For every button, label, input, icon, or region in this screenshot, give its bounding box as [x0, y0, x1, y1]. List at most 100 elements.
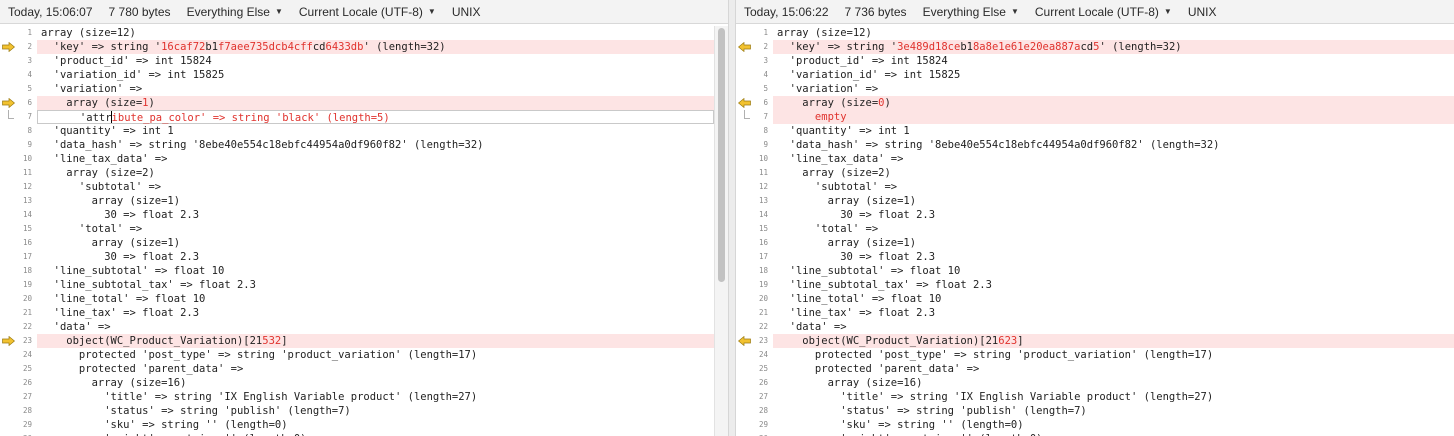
code-line[interactable]: object(WC_Product_Variation)[21532] [37, 334, 714, 348]
code-line[interactable]: 'line_subtotal' => float 10 [37, 264, 714, 278]
arrow-icon[interactable] [2, 42, 15, 52]
code-line[interactable]: protected 'post_type' => string 'product… [773, 348, 1454, 362]
code-line[interactable]: 'line_tax_data' => [37, 152, 714, 166]
code-line[interactable]: 'quantity' => int 1 [773, 124, 1454, 138]
code-line[interactable]: 30 => float 2.3 [773, 208, 1454, 222]
code-line[interactable]: 'line_tax' => float 2.3 [773, 306, 1454, 320]
code-line[interactable]: 'title' => string 'IX English Variable p… [37, 390, 714, 404]
diff-text: ibute_pa_color' => string 'black' (lengt… [111, 112, 390, 124]
code-line[interactable]: 'variation' => [37, 82, 714, 96]
code-line[interactable]: array (size=12) [37, 26, 714, 40]
code-text: array (size=2) [41, 167, 155, 179]
arrow-icon[interactable] [738, 98, 751, 108]
code-line[interactable]: array (size=0) [773, 96, 1454, 110]
code-line[interactable]: 'variation' => [773, 82, 1454, 96]
code-line[interactable]: protected 'parent_data' => [773, 362, 1454, 376]
code-line[interactable]: 'subtotal' => [773, 180, 1454, 194]
arrow-icon[interactable] [2, 98, 15, 108]
code-line[interactable]: array (size=1) [37, 194, 714, 208]
code-text: object(WC_Product_Variation)[21 [41, 335, 263, 347]
code-line[interactable]: empty [773, 110, 1454, 124]
gutter-row: 1 [0, 26, 36, 40]
code-line[interactable]: 'attribute_pa_color' => string 'black' (… [37, 110, 714, 124]
code-line[interactable]: 'weight' => string '' (length=0) [37, 432, 714, 436]
pane-divider[interactable] [728, 0, 736, 436]
code-line[interactable]: array (size=16) [773, 376, 1454, 390]
code-line[interactable]: 30 => float 2.3 [37, 208, 714, 222]
code-line[interactable]: 30 => float 2.3 [773, 250, 1454, 264]
line-number: 9 [27, 140, 32, 149]
code-line[interactable]: 'title' => string 'IX English Variable p… [773, 390, 1454, 404]
code-line[interactable]: 'data_hash' => string '8ebe40e554c18ebfc… [773, 138, 1454, 152]
gutter-row: 13 [736, 194, 772, 208]
left-code-view[interactable]: array (size=12) 'key' => string '16caf72… [37, 26, 714, 436]
code-line[interactable]: array (size=1) [37, 96, 714, 110]
code-line[interactable]: array (size=1) [773, 194, 1454, 208]
code-line[interactable]: array (size=2) [37, 166, 714, 180]
code-line[interactable]: 'status' => string 'publish' (length=7) [37, 404, 714, 418]
diff-text: empty [777, 111, 847, 123]
code-text: 'key' => string ' [777, 41, 898, 53]
code-text: 'line_tax_data' => [41, 153, 168, 165]
code-line[interactable]: 'quantity' => int 1 [37, 124, 714, 138]
code-line[interactable]: 'key' => string '16caf72b1f7aee735dcb4cf… [37, 40, 714, 54]
left-scroll-thumb[interactable] [718, 28, 725, 282]
left-filter-dropdown[interactable]: Everything Else ▼ [187, 5, 283, 19]
line-number: 12 [758, 182, 768, 191]
code-line[interactable]: 'status' => string 'publish' (length=7) [773, 404, 1454, 418]
line-number: 14 [758, 210, 768, 219]
chevron-down-icon: ▼ [274, 7, 283, 16]
arrow-icon[interactable] [2, 336, 15, 346]
code-line[interactable]: array (size=12) [773, 26, 1454, 40]
gutter-row: 16 [736, 236, 772, 250]
gutter-row: 18 [0, 264, 36, 278]
code-line[interactable]: protected 'parent_data' => [37, 362, 714, 376]
code-line[interactable]: array (size=16) [37, 376, 714, 390]
left-scrollbar[interactable] [714, 26, 728, 436]
code-line[interactable]: 'sku' => string '' (length=0) [37, 418, 714, 432]
code-line[interactable]: 'total' => [773, 222, 1454, 236]
code-line[interactable]: 'sku' => string '' (length=0) [773, 418, 1454, 432]
left-encoding-dropdown[interactable]: Current Locale (UTF-8) ▼ [299, 5, 436, 19]
code-line[interactable]: 'data' => [773, 320, 1454, 334]
gutter-row: 5 [736, 82, 772, 96]
arrow-icon[interactable] [738, 336, 751, 346]
diff-text: 3e489d18ce [897, 41, 961, 53]
line-number: 28 [758, 406, 768, 415]
code-text: 'status' => string 'publish' (length=7) [777, 405, 1087, 417]
right-code-view[interactable]: array (size=12) 'key' => string '3e489d1… [773, 26, 1454, 436]
code-line[interactable]: 'product_id' => int 15824 [773, 54, 1454, 68]
code-line[interactable]: 'line_subtotal' => float 10 [773, 264, 1454, 278]
code-line[interactable]: 'total' => [37, 222, 714, 236]
code-line[interactable]: object(WC_Product_Variation)[21623] [773, 334, 1454, 348]
code-line[interactable]: 'data_hash' => string '8ebe40e554c18ebfc… [37, 138, 714, 152]
right-filter-dropdown[interactable]: Everything Else ▼ [923, 5, 1019, 19]
code-line[interactable]: array (size=2) [773, 166, 1454, 180]
code-line[interactable]: protected 'post_type' => string 'product… [37, 348, 714, 362]
code-line[interactable]: 'line_subtotal_tax' => float 2.3 [37, 278, 714, 292]
code-line[interactable]: 'key' => string '3e489d18ceb18a8e1e61e20… [773, 40, 1454, 54]
code-line[interactable]: 'product_id' => int 15824 [37, 54, 714, 68]
code-line[interactable]: 'line_tax_data' => [773, 152, 1454, 166]
code-line[interactable]: 'variation_id' => int 15825 [37, 68, 714, 82]
code-line[interactable]: 'line_total' => float 10 [773, 292, 1454, 306]
code-text: 30 => float 2.3 [41, 251, 200, 263]
code-line[interactable]: 'weight' => string '' (length=0) [773, 432, 1454, 436]
code-line[interactable]: 'subtotal' => [37, 180, 714, 194]
gutter-row: 23 [0, 334, 36, 348]
code-text: ) [148, 97, 155, 109]
code-text: 'variation_id' => int 15825 [777, 69, 961, 81]
line-number: 7 [763, 112, 768, 121]
right-encoding-dropdown[interactable]: Current Locale (UTF-8) ▼ [1035, 5, 1172, 19]
code-line[interactable]: 30 => float 2.3 [37, 250, 714, 264]
code-line[interactable]: 'line_tax' => float 2.3 [37, 306, 714, 320]
code-text: 'data' => [777, 321, 847, 333]
arrow-icon[interactable] [738, 42, 751, 52]
code-line[interactable]: 'data' => [37, 320, 714, 334]
code-line[interactable]: 'line_subtotal_tax' => float 2.3 [773, 278, 1454, 292]
code-line[interactable]: array (size=1) [37, 236, 714, 250]
gutter-row: 7 [736, 110, 772, 124]
code-line[interactable]: array (size=1) [773, 236, 1454, 250]
code-line[interactable]: 'variation_id' => int 15825 [773, 68, 1454, 82]
code-line[interactable]: 'line_total' => float 10 [37, 292, 714, 306]
